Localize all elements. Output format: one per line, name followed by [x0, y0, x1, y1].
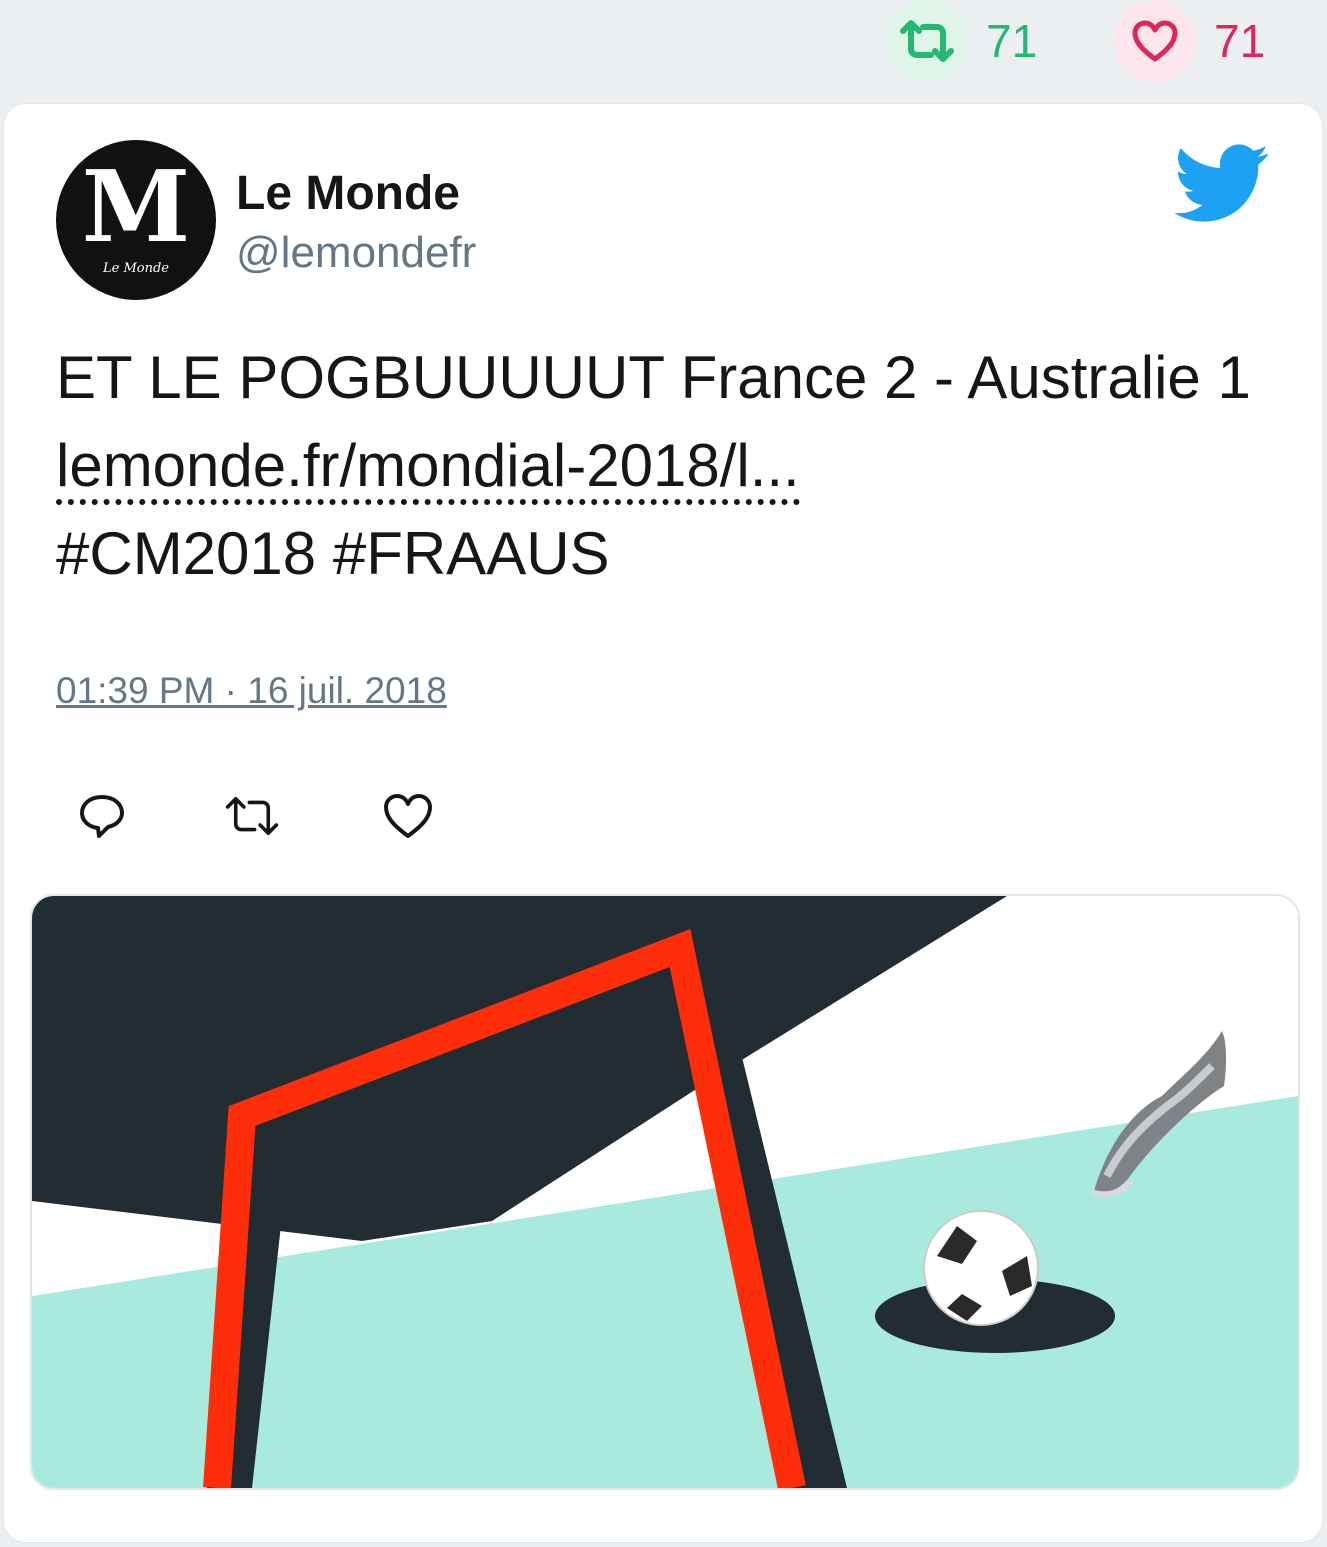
retweet-count: 71 [986, 15, 1038, 67]
tweet-text: ET LE POGBUUUUUT France 2 - Australie 1 … [56, 334, 1286, 598]
reply-icon[interactable] [74, 788, 130, 844]
tweet-timestamp[interactable]: 01:39 PM · 16 juil. 2018 [56, 670, 447, 712]
top-stats: 71 71 [0, 0, 1327, 100]
tweet-link[interactable]: lemonde.fr/mondial-2018/l... [56, 432, 800, 505]
tweet-text-body: ET LE POGBUUUUUT France 2 - Australie 1 [56, 344, 1251, 411]
author-name[interactable]: Le Monde [236, 166, 460, 221]
tweet-card: M Le Monde Le Monde @lemondefr ET LE POG… [4, 104, 1322, 1542]
author-handle[interactable]: @lemondefr [236, 228, 476, 278]
retweet-icon[interactable] [886, 0, 968, 82]
heart-icon[interactable] [1114, 0, 1196, 82]
like-count: 71 [1214, 15, 1266, 67]
tweet-media-image[interactable] [30, 894, 1300, 1490]
tweet-hashtags[interactable]: #CM2018 #FRAAUS [56, 520, 610, 587]
retweet-count-stat[interactable]: 71 [886, 0, 1037, 82]
le-monde-logo-caption: Le Monde [103, 260, 169, 276]
twitter-bird-icon[interactable] [1174, 144, 1270, 224]
football-goal-illustration [32, 896, 1298, 1488]
retweet-icon[interactable] [224, 788, 280, 844]
le-monde-logo: M [81, 149, 191, 265]
heart-icon[interactable] [380, 788, 436, 844]
avatar[interactable]: M Le Monde [56, 140, 216, 300]
like-count-stat[interactable]: 71 [1114, 0, 1265, 82]
